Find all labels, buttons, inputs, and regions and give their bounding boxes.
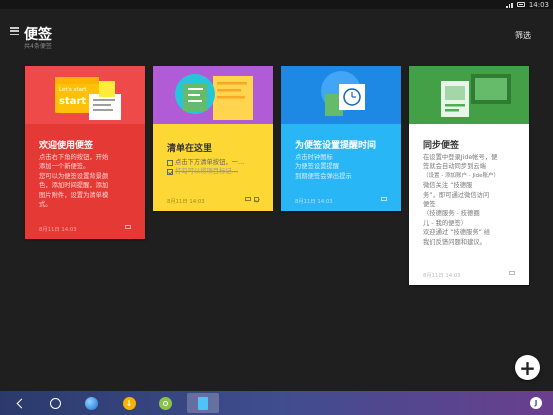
plus-icon: + <box>519 355 536 380</box>
note-line: （技德服务 - 技德圈 <box>423 210 480 218</box>
checklist-item[interactable]: 打勾可以将项目标记… <box>167 167 271 176</box>
checkbox-icon[interactable] <box>167 159 173 166</box>
search-app-icon <box>158 396 172 410</box>
note-line: 欢迎通过 “技德服务” 给 <box>423 229 491 237</box>
reminder-illustration <box>321 71 365 116</box>
status-bar: 14:03 <box>0 0 553 9</box>
note-flags <box>245 197 259 202</box>
note-date: 8月11日 14:03 <box>423 273 461 279</box>
note-line: 到期便签会弹出提示 <box>295 172 352 180</box>
filter-button[interactable]: 筛选 <box>515 30 531 41</box>
note-body: 点击右下角的按钮，开始 添加一个新便签。 您可以为便签设置背景颜 色，添加时间提… <box>39 153 143 209</box>
note-card-checklist[interactable]: 清单在这里 点击下方清单按钮，一… 打勾可以将项目标记… 8月11日 14:03 <box>153 66 273 211</box>
status-indicators: 14:03 <box>506 0 549 9</box>
note-line: 便签 <box>423 201 436 209</box>
back-arrow-icon <box>16 398 26 408</box>
launcher-icon: J <box>530 397 542 409</box>
drawer-menu-icon[interactable] <box>10 27 19 35</box>
add-note-button[interactable]: + <box>515 355 540 380</box>
notes-app-icon <box>198 396 208 410</box>
note-hero <box>281 66 401 124</box>
note-line: 儿 - 我的便签） <box>423 219 468 227</box>
app-bar: 便签 共4条便签 筛选 <box>0 9 553 55</box>
note-line: 您可以为便签设置背景颜 <box>39 172 109 180</box>
clock: 14:03 <box>528 0 549 9</box>
browser-app-icon <box>84 396 98 410</box>
checklist-flag-icon <box>254 197 259 202</box>
battery-icon <box>516 2 525 7</box>
note-line: 签就会自动同步到云端 <box>423 163 486 171</box>
note-card-sync[interactable]: 同步便签 在设置中登录Jide帐号，便 签就会自动同步到云端 （设置 - 添加账… <box>409 66 529 285</box>
keyboard-icon <box>509 271 515 275</box>
checklist-items: 点击下方清单按钮，一… 打勾可以将项目标记… <box>167 158 271 177</box>
back-button[interactable] <box>10 391 32 415</box>
sync-illustration <box>441 74 511 117</box>
note-flags <box>381 197 387 201</box>
note-line: 式。 <box>39 201 52 209</box>
taskbar-app-download[interactable]: ↓ <box>114 391 144 415</box>
note-count: 共4条便签 <box>24 43 52 50</box>
note-line: （设置 - 添加账户 - Jide账户） <box>423 172 499 179</box>
note-date: 8月11日 14:03 <box>167 199 205 205</box>
note-line: 色，添加时间提醒，添加 <box>39 182 109 190</box>
note-line: 我们反馈问题和建议。 <box>423 238 486 246</box>
note-line: 添加一个新便签。 <box>39 163 90 171</box>
note-line: 点击右下角的按钮，开始 <box>39 154 109 161</box>
note-title: 同步便签 <box>423 141 460 151</box>
taskbar-app-browser[interactable] <box>76 391 106 415</box>
keyboard-icon <box>125 225 131 229</box>
hero-badge: Let's start <box>59 87 87 93</box>
checklist-item[interactable]: 点击下方清单按钮，一… <box>167 158 271 167</box>
download-app-icon: ↓ <box>122 396 136 410</box>
checklist-item-text: 点击下方清单按钮，一… <box>175 159 245 166</box>
wifi-icon <box>506 2 513 8</box>
note-flags <box>509 271 515 275</box>
note-date: 8月11日 14:03 <box>295 199 333 205</box>
checklist-item-text: 打勾可以将项目标记… <box>175 168 238 176</box>
system-navigation-bar: ↓ J <box>0 391 553 415</box>
note-line: 务”，即可通过微信访问 <box>423 191 490 199</box>
home-circle-icon <box>49 397 61 409</box>
note-line: 为便签设置提醒 <box>295 163 340 171</box>
note-flags <box>125 225 131 229</box>
note-body: 在设置中登录Jide帐号，便 签就会自动同步到云端 （设置 - 添加账户 - J… <box>423 153 527 247</box>
note-line: 图片附件，设置为清单模 <box>39 191 109 199</box>
checklist-illustration <box>175 74 253 120</box>
hero-start-text: start <box>59 96 86 107</box>
note-hero <box>153 66 273 124</box>
note-line: 在设置中登录Jide帐号，便 <box>423 154 498 161</box>
checked-box-icon[interactable] <box>167 169 173 176</box>
taskbar-app-search[interactable] <box>150 391 180 415</box>
note-title: 欢迎使用便签 <box>39 141 94 151</box>
note-line: 点击时钟图标 <box>295 154 333 161</box>
keyboard-icon <box>245 197 251 201</box>
note-title: 清单在这里 <box>167 144 213 154</box>
note-title: 为便签设置提醒时间 <box>295 141 377 151</box>
start-illustration: Let's start start <box>55 77 121 120</box>
launcher-button[interactable]: J <box>527 391 545 415</box>
taskbar-app-notes[interactable] <box>186 391 220 415</box>
note-card-welcome[interactable]: Let's start start 欢迎使用便签 点击右下角的按钮，开始 添加一… <box>25 66 145 239</box>
note-hero <box>409 66 529 124</box>
note-hero: Let's start start <box>25 66 145 124</box>
note-date: 8月11日 14:03 <box>39 227 77 233</box>
note-card-reminder[interactable]: 为便签设置提醒时间 点击时钟图标 为便签设置提醒 到期便签会弹出提示 8月11日… <box>281 66 401 211</box>
keyboard-icon <box>381 197 387 201</box>
home-button[interactable] <box>44 391 66 415</box>
note-line: 微信关注 “技德服 <box>423 182 473 190</box>
note-body: 点击时钟图标 为便签设置提醒 到期便签会弹出提示 <box>295 153 399 181</box>
